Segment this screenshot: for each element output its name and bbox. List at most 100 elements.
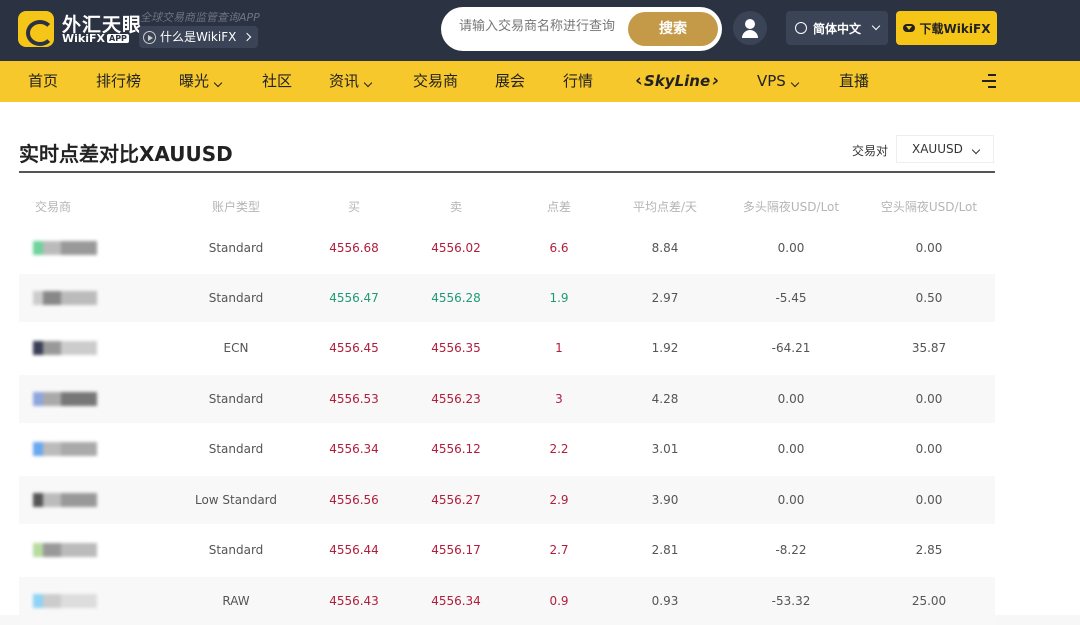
nav-item-news[interactable]: 资讯	[329, 61, 373, 102]
col-sell: 卖	[449, 200, 463, 214]
cell-avg-spread: 3.90	[651, 493, 679, 507]
cell-avg-spread: 2.97	[651, 291, 679, 305]
user-icon[interactable]	[733, 11, 767, 45]
language-label: 简体中文	[813, 21, 862, 36]
col-long-swap: 多头隔夜USD/Lot	[742, 200, 840, 214]
chevron-right-icon	[243, 32, 252, 42]
cell-account-type: Standard	[208, 442, 264, 456]
cell-long-swap: 0.00	[777, 493, 805, 507]
top-bar: 外汇天眼 WikiFXAPP 全球交易商监管查询APP 什么是WikiFX 搜索…	[0, 0, 1080, 61]
pair-select[interactable]: XAUUSD	[896, 135, 994, 163]
chevron-down-icon	[971, 145, 981, 155]
cell-buy: 4556.56	[329, 493, 379, 507]
search-input[interactable]	[459, 19, 629, 34]
table-row[interactable]: Standard 4556.44 4556.17 2.7 2.81 -8.22 2.85	[19, 526, 995, 574]
cell-sell: 4556.35	[431, 341, 481, 355]
main-nav: 首页 排行榜 曝光 社区 资讯 交易商 展会 行情 SkyLine VPS 直播	[0, 61, 1080, 102]
brand-en-text: WikiFX	[62, 32, 105, 45]
wikifx-logo-icon[interactable]	[18, 11, 54, 47]
cell-account-type: RAW	[222, 594, 250, 608]
chevron-down-icon	[213, 78, 223, 88]
col-short-swap: 空头隔夜USD/Lot	[880, 200, 978, 214]
slogan: 全球交易商监管查询APP	[140, 11, 260, 24]
chevron-down-icon	[363, 78, 373, 88]
cell-account-type: Low Standard	[194, 493, 278, 507]
table-row[interactable]: RAW 4556.43 4556.34 0.9 0.93 -53.32 25.00	[19, 577, 995, 625]
cell-sell: 4556.27	[431, 493, 481, 507]
broker-logo[interactable]	[33, 490, 97, 510]
what-is-wikifx-link[interactable]: 什么是WikiFX	[139, 26, 259, 48]
nav-item-home[interactable]: 首页	[28, 61, 58, 102]
nav-item-community[interactable]: 社区	[262, 61, 292, 102]
cell-account-type: Standard	[208, 241, 264, 255]
table-row[interactable]: Low Standard 4556.56 4556.27 2.9 3.90 0.00 0.0…	[19, 476, 995, 524]
nav-item-expo[interactable]: 展会	[495, 61, 525, 102]
table-row[interactable]: ECN 4556.45 4556.35 1 1.92 -64.21 35.87	[19, 324, 995, 372]
cell-spread: 2.9	[549, 493, 569, 507]
cell-avg-spread: 0.93	[651, 594, 679, 608]
table-row[interactable]: Standard 4556.34 4556.12 2.2 3.01 0.00 0.00	[19, 425, 995, 473]
cell-short-swap: 35.87	[911, 341, 947, 355]
broker-logo[interactable]	[33, 389, 97, 409]
download-button[interactable]: 下载WikiFX	[896, 11, 997, 45]
broker-logo[interactable]	[33, 591, 97, 611]
pair-value: XAUUSD	[912, 142, 963, 156]
cell-long-swap: -64.21	[771, 341, 811, 355]
cell-long-swap: -5.45	[775, 291, 807, 305]
search-box: 搜索	[441, 7, 722, 51]
cell-buy: 4556.43	[329, 594, 379, 608]
cell-avg-spread: 2.81	[651, 543, 679, 557]
broker-logo[interactable]	[33, 238, 97, 258]
nav-item-exposure[interactable]: 曝光	[179, 61, 223, 102]
nav-item-brokers[interactable]: 交易商	[413, 61, 458, 102]
cell-account-type: Standard	[208, 291, 264, 305]
cell-account-type: Standard	[208, 543, 264, 557]
table-row[interactable]: Standard 4556.53 4556.23 3 4.28 0.00 0.00	[19, 375, 995, 423]
main-content: 实时点差对比XAUUSD 交易对 XAUUSD 交易商 账户类型 买 卖 点差 …	[0, 102, 1080, 625]
broker-logo[interactable]	[33, 439, 97, 459]
cell-short-swap: 0.00	[915, 493, 943, 507]
cell-spread: 3	[555, 392, 563, 406]
cell-spread: 2.2	[549, 442, 569, 456]
table-header: 交易商 账户类型 买 卖 点差 平均点差/天 多头隔夜USD/Lot 空头隔夜U…	[19, 198, 995, 218]
cell-spread: 6.6	[549, 241, 569, 255]
cell-buy: 4556.47	[329, 291, 379, 305]
cell-short-swap: 25.00	[911, 594, 947, 608]
cell-sell: 4556.02	[431, 241, 481, 255]
nav-item-ranking[interactable]: 排行榜	[96, 61, 141, 102]
cell-spread: 2.7	[549, 543, 569, 557]
cell-buy: 4556.34	[329, 442, 379, 456]
language-selector[interactable]: 简体中文	[786, 11, 888, 45]
cell-spread: 1	[555, 341, 563, 355]
nav-label: VPS	[757, 72, 786, 90]
table-row[interactable]: Standard 4556.47 4556.28 1.9 2.97 -5.45 0.50	[19, 274, 995, 322]
brand-app-badge: APP	[107, 34, 129, 43]
col-broker: 交易商	[35, 200, 72, 214]
cell-account-type: ECN	[223, 341, 249, 355]
cell-short-swap: 0.00	[915, 392, 943, 406]
search-button[interactable]: 搜索	[628, 12, 718, 46]
chevron-down-icon	[790, 78, 800, 88]
brand-name-en[interactable]: WikiFX APP	[62, 32, 129, 45]
page-title: 实时点差对比XAUUSD	[19, 142, 233, 166]
col-spread: 点差	[546, 200, 572, 214]
nav-item-live[interactable]: 直播	[839, 61, 869, 102]
nav-label: 资讯	[329, 72, 360, 90]
table-row[interactable]: Standard 4556.68 4556.02 6.6 8.84 0.00 0.00	[19, 224, 995, 272]
cell-sell: 4556.12	[431, 442, 481, 456]
download-label: 下载WikiFX	[919, 21, 991, 36]
cell-account-type: Standard	[208, 392, 264, 406]
nav-item-vps[interactable]: VPS	[757, 61, 800, 102]
broker-logo[interactable]	[33, 338, 97, 358]
cell-buy: 4556.68	[329, 241, 379, 255]
nav-item-market[interactable]: 行情	[563, 61, 593, 102]
broker-logo[interactable]	[33, 288, 97, 308]
cell-sell: 4556.17	[431, 543, 481, 557]
nav-item-skyline[interactable]: SkyLine	[633, 61, 721, 102]
menu-icon[interactable]	[982, 74, 996, 88]
broker-logo[interactable]	[33, 540, 97, 560]
nav-label: 曝光	[179, 72, 210, 90]
cell-long-swap: 0.00	[777, 241, 805, 255]
cell-short-swap: 0.00	[915, 241, 943, 255]
cell-sell: 4556.23	[431, 392, 481, 406]
